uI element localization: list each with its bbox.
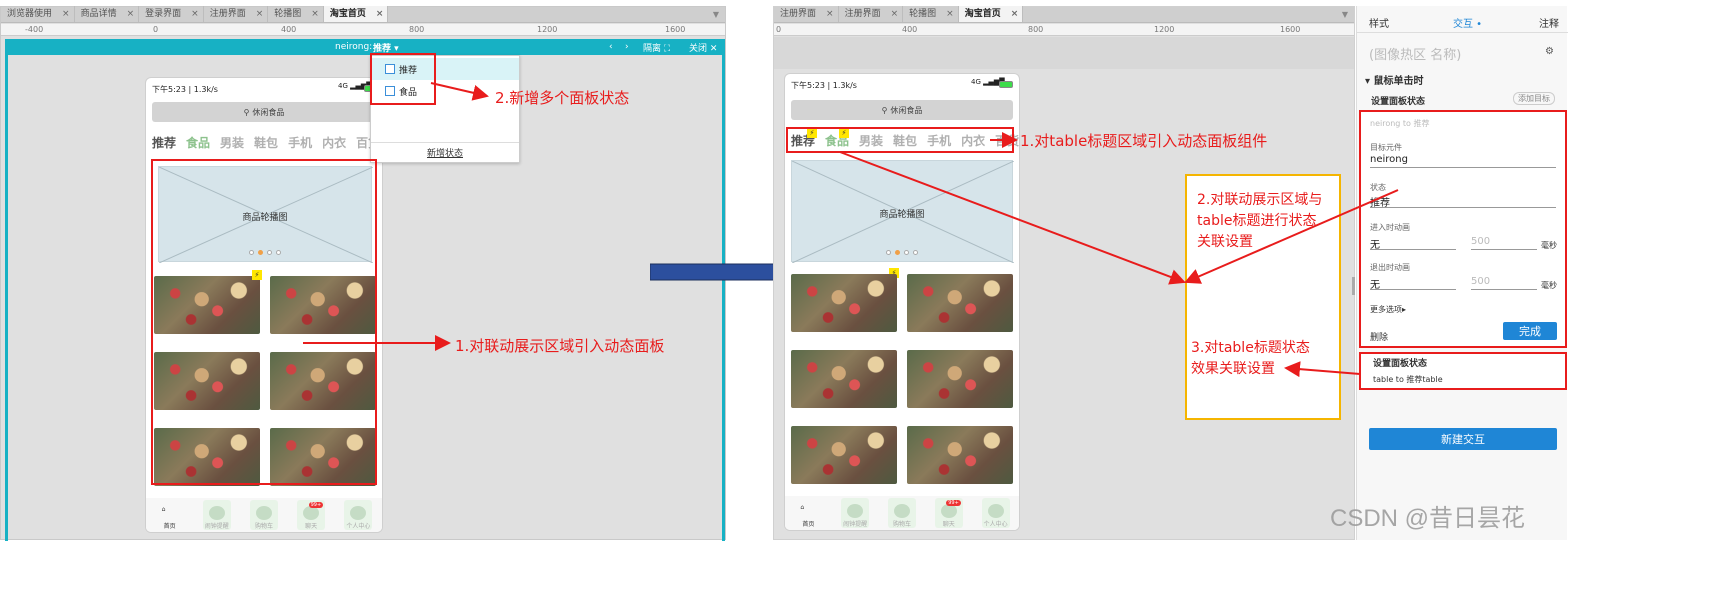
watermark: CSDN @昔日昙花 xyxy=(1330,505,1526,532)
